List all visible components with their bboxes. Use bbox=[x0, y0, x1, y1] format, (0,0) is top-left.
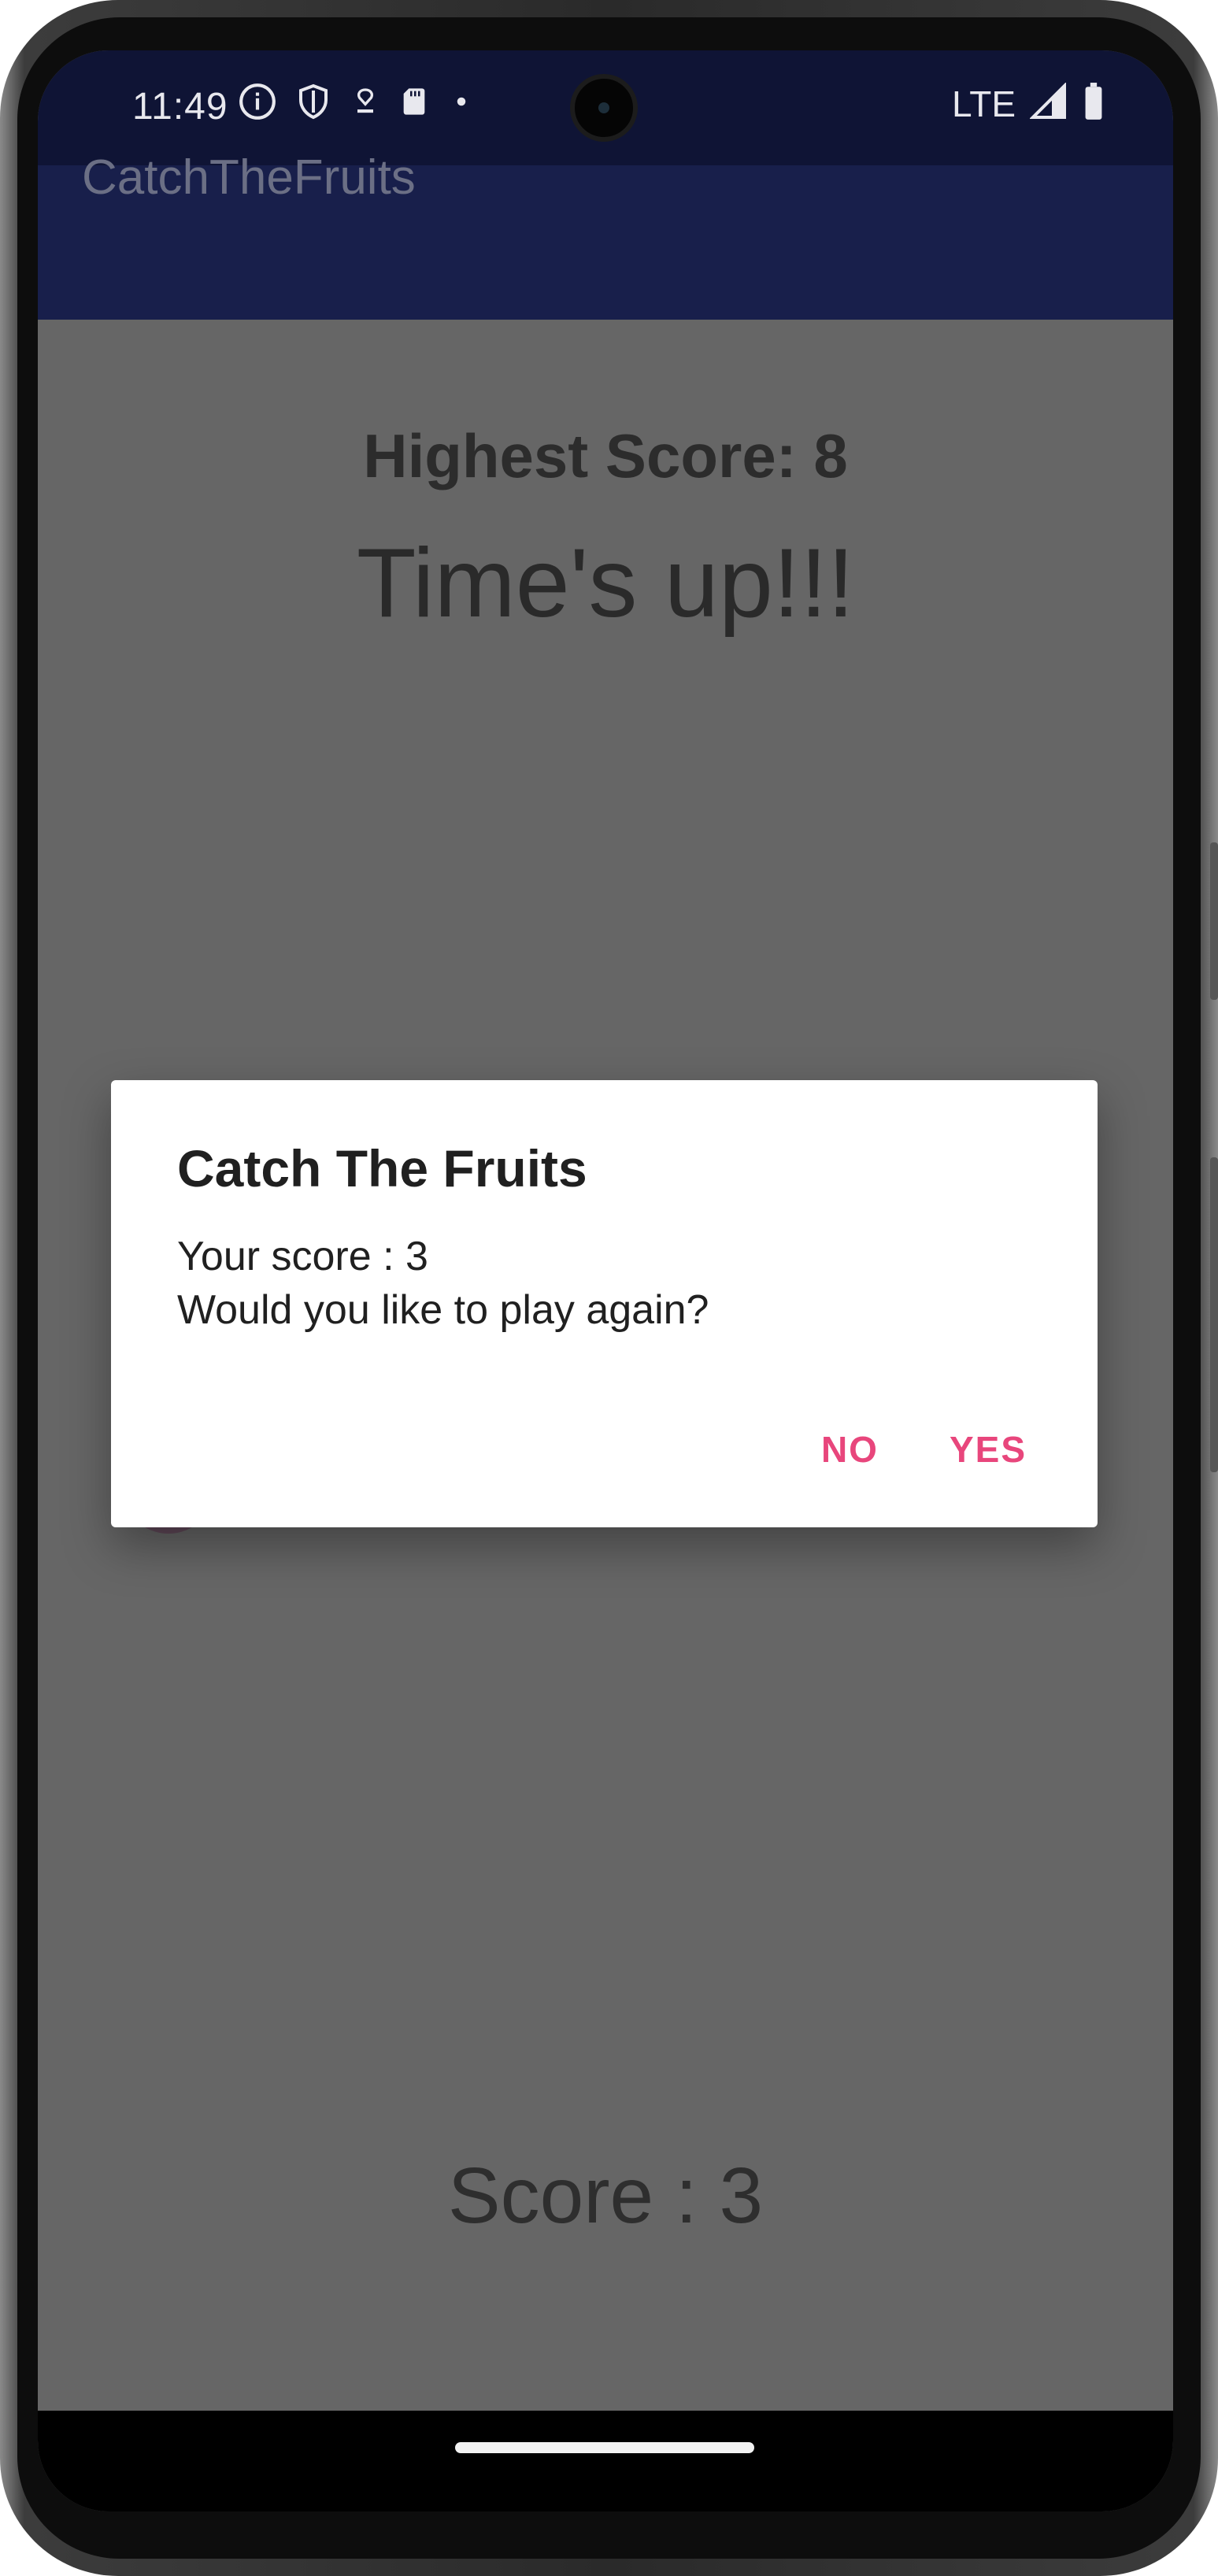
dialog-question-text: Would you like to play again? bbox=[177, 1287, 709, 1333]
volume-button bbox=[1210, 842, 1218, 1000]
dialog-actions: NO YES bbox=[798, 1416, 1050, 1483]
dialog-message: Your score : 3 Would you like to play ag… bbox=[177, 1230, 709, 1337]
phone-frame: 11:49 LTE CatchTheFruits Highest Score: … bbox=[0, 0, 1218, 2576]
power-button bbox=[1210, 1157, 1218, 1472]
no-button[interactable]: NO bbox=[798, 1416, 902, 1483]
yes-button[interactable]: YES bbox=[926, 1416, 1050, 1483]
screen: 11:49 LTE CatchTheFruits Highest Score: … bbox=[38, 50, 1173, 2511]
dialog-score-text: Your score : 3 bbox=[177, 1234, 428, 1279]
play-again-dialog: Catch The Fruits Your score : 3 Would yo… bbox=[111, 1080, 1098, 1527]
dialog-title: Catch The Fruits bbox=[177, 1139, 587, 1197]
